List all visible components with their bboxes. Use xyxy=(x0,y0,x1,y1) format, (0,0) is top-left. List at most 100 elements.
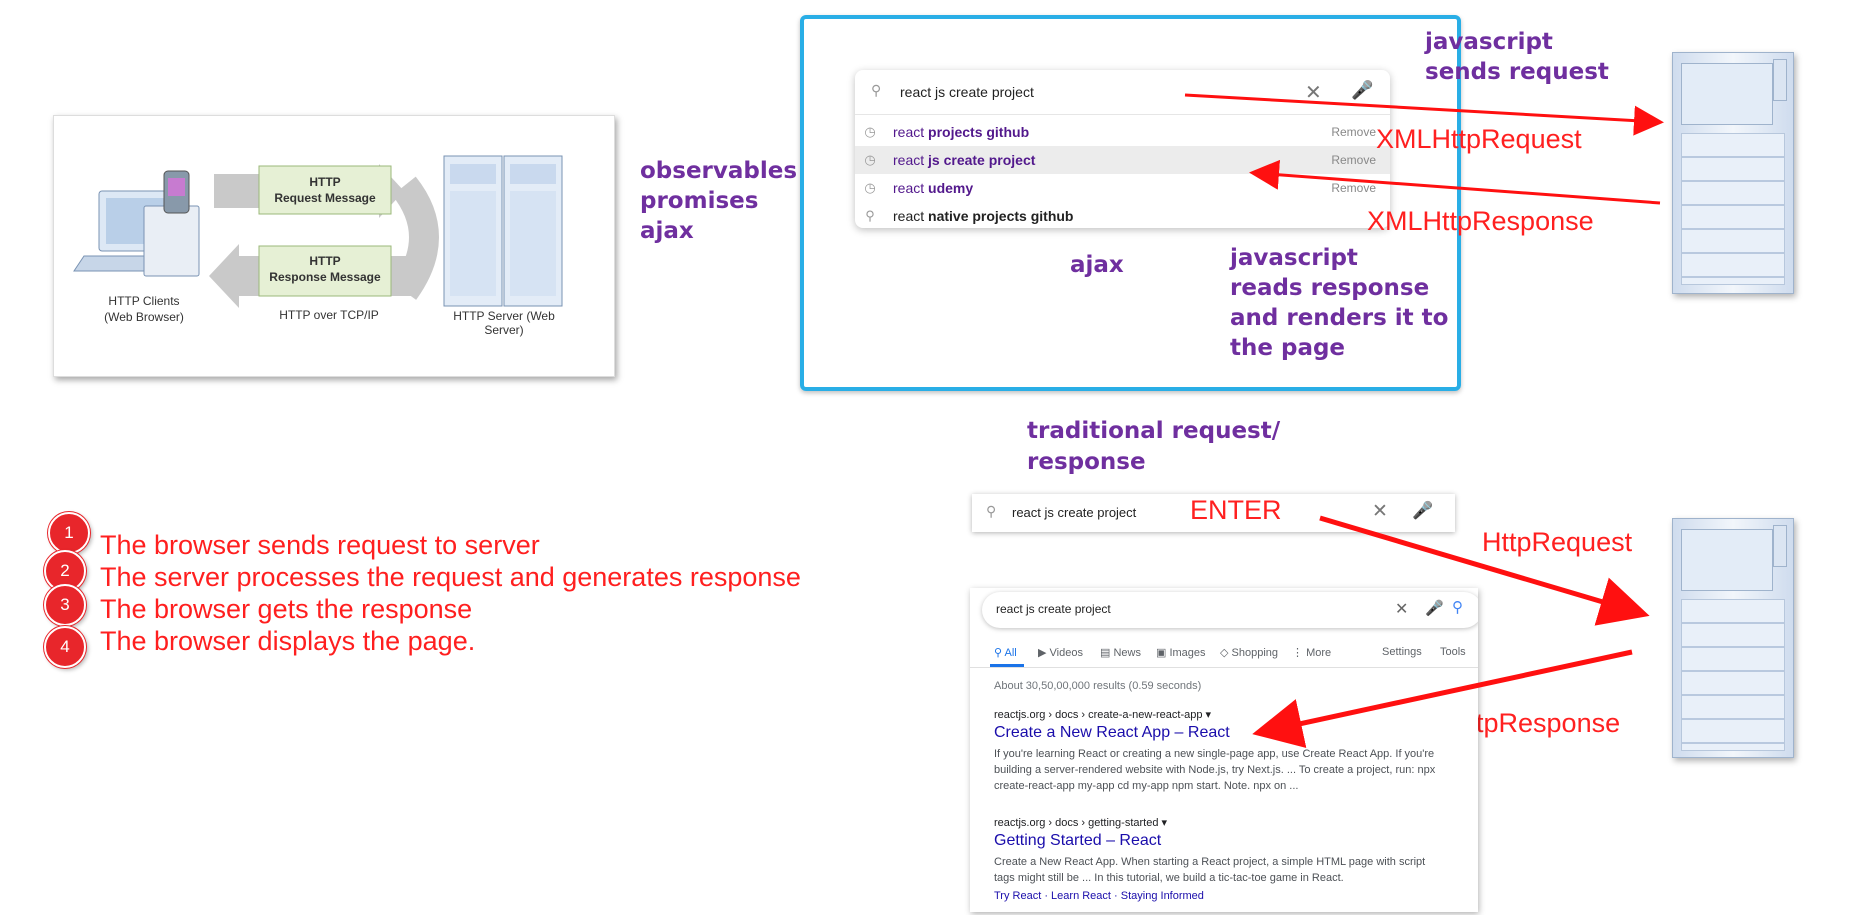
client-computer-icon xyxy=(73,170,200,277)
search-icon: ⚲ xyxy=(994,647,1005,659)
remove-link[interactable]: Remove xyxy=(1331,181,1376,195)
microphone-icon[interactable]: 🎤 xyxy=(1351,80,1373,101)
search-icon[interactable]: ⚲ xyxy=(1452,598,1463,616)
step-number-badge: 3 xyxy=(44,584,86,626)
tab-label: Videos xyxy=(1049,647,1083,659)
tools-link[interactable]: Tools xyxy=(1440,646,1466,658)
suggestion-item[interactable]: ◷ react udemy Remove xyxy=(855,174,1390,202)
reads-response-label: javascript reads response and renders it… xyxy=(1230,245,1449,361)
search-input[interactable]: react js create project xyxy=(996,602,1111,616)
microphone-icon[interactable]: 🎤 xyxy=(1412,501,1433,521)
result-title-link[interactable]: Getting Started – React xyxy=(994,832,1161,850)
result-cite: reactjs.org › docs › create-a-new-react-… xyxy=(994,708,1211,721)
tab-label: More xyxy=(1306,647,1332,659)
suggestion-item[interactable]: ◷ react js create project Remove xyxy=(855,146,1390,174)
tab-shopping[interactable]: ◇ Shopping xyxy=(1220,646,1278,659)
sends-request-label: javascript sends request xyxy=(1425,29,1609,85)
xmlhttprequest-label: XMLHttpRequest xyxy=(1376,124,1582,154)
news-icon: ▤ xyxy=(1100,647,1114,659)
suggestion-prefix: react xyxy=(893,208,925,224)
sitelink[interactable]: Learn React xyxy=(1051,890,1111,902)
concept-ajax: ajax xyxy=(640,218,694,244)
tab-label: Images xyxy=(1169,647,1206,659)
result-snippet: If you're learning React or creating a n… xyxy=(994,748,1436,792)
http-transport-label: HTTP over TCP/IP xyxy=(279,308,379,322)
step-text: The browser gets the response xyxy=(100,594,473,624)
search-icon: ⚲ xyxy=(871,82,882,98)
step-number-badge: 1 xyxy=(48,512,90,554)
http-clients-label: HTTP Clients (Web Browser) xyxy=(104,294,184,324)
video-icon: ▶ xyxy=(1038,647,1050,659)
server-top-icon xyxy=(1672,52,1794,294)
suggestion-prefix: react xyxy=(893,152,925,168)
more-icon: ⋮ xyxy=(1292,647,1307,659)
request-message-label: HTTP Request Message xyxy=(274,175,376,205)
settings-link[interactable]: Settings xyxy=(1382,646,1422,658)
tabs-divider xyxy=(970,667,1478,668)
tab-news[interactable]: ▤ News xyxy=(1100,646,1141,659)
results-stats: About 30,50,00,000 results (0.59 seconds… xyxy=(994,680,1202,692)
concept-promises: promises xyxy=(640,188,759,214)
step-text: The server processes the request and gen… xyxy=(100,562,801,592)
history-icon: ◷ xyxy=(864,124,876,139)
clear-icon[interactable]: ✕ xyxy=(1395,599,1408,619)
suggestion-bold: udemy xyxy=(924,180,974,196)
suggestion-prefix: react xyxy=(893,124,925,140)
search-results-page: react js create project ✕ 🎤 ⚲ ⚲ All ▶ Vi… xyxy=(970,588,1478,912)
tab-label: Shopping xyxy=(1231,647,1279,659)
http-diagram-graphic xyxy=(73,155,563,308)
ajax-label: ajax xyxy=(1070,252,1124,278)
caret-down-icon[interactable]: ▾ xyxy=(1206,709,1212,721)
suggestion-bold: js create project xyxy=(924,152,1036,168)
result-title-link[interactable]: Create a New React App – React xyxy=(994,724,1230,742)
sitelink[interactable]: Staying Informed xyxy=(1121,890,1204,902)
tab-images[interactable]: ▣ Images xyxy=(1156,646,1206,659)
result-snippet: Create a New React App. When starting a … xyxy=(994,856,1426,884)
server-bottom-icon xyxy=(1672,518,1794,758)
server-icon xyxy=(443,155,563,307)
step-text: The browser displays the page. xyxy=(100,626,476,656)
search-box[interactable]: ⚲ react js create project ✕ 🎤 xyxy=(855,70,1390,115)
sitelink[interactable]: Try React xyxy=(994,890,1041,902)
result-cite-text: reactjs.org › docs › create-a-new-react-… xyxy=(994,709,1203,721)
step-text: The browser sends request to server xyxy=(100,530,540,560)
clear-icon[interactable]: ✕ xyxy=(1305,80,1322,105)
xmlhttpresponse-label: XMLHttpResponse xyxy=(1367,206,1594,236)
concept-observables: observables xyxy=(640,158,798,184)
search-input[interactable]: react js create project xyxy=(1012,505,1136,520)
tab-all[interactable]: ⚲ All xyxy=(994,646,1017,659)
microphone-icon[interactable]: 🎤 xyxy=(1425,599,1444,617)
suggestion-bold: native projects github xyxy=(924,208,1074,224)
result-cite-text: reactjs.org › docs › getting-started xyxy=(994,817,1159,829)
suggestion-item[interactable]: ◷ react projects github Remove xyxy=(855,118,1390,146)
search-icon: ⚲ xyxy=(986,503,997,519)
suggestion-prefix: react xyxy=(893,180,925,196)
search-input[interactable]: react js create project xyxy=(900,84,1034,100)
autocomplete-dropdown: ⚲ react js create project ✕ 🎤 ◷ react pr… xyxy=(855,70,1390,228)
tab-label: All xyxy=(1004,647,1017,659)
result-cite: reactjs.org › docs › getting-started ▾ xyxy=(994,816,1167,829)
result-sitelinks: Try React · Learn React · Staying Inform… xyxy=(994,890,1204,902)
tab-more[interactable]: ⋮ More xyxy=(1292,646,1331,659)
response-message-label: HTTP Response Message xyxy=(269,254,381,284)
search-icon: ⚲ xyxy=(865,208,875,223)
suggestion-item[interactable]: ⚲ react native projects github xyxy=(855,202,1390,230)
enter-label: ENTER xyxy=(1190,495,1282,525)
remove-link[interactable]: Remove xyxy=(1331,153,1376,167)
http-server-label: HTTP Server (Web Server) xyxy=(453,309,555,337)
traditional-title: traditional request/ response xyxy=(1027,418,1281,475)
suggestion-bold: projects github xyxy=(924,124,1030,140)
caret-down-icon[interactable]: ▾ xyxy=(1162,817,1168,829)
tab-videos[interactable]: ▶ Videos xyxy=(1038,646,1083,659)
tab-label: News xyxy=(1113,647,1141,659)
image-icon: ▣ xyxy=(1156,647,1170,659)
results-search-bar[interactable]: react js create project ✕ 🎤 ⚲ xyxy=(982,592,1478,628)
history-icon: ◷ xyxy=(864,152,876,167)
history-icon: ◷ xyxy=(864,180,876,195)
httprequest-label: HttpRequest xyxy=(1482,527,1633,557)
tag-icon: ◇ xyxy=(1220,647,1232,659)
step-number-badge: 4 xyxy=(44,626,86,668)
remove-link[interactable]: Remove xyxy=(1331,125,1376,139)
clear-icon[interactable]: ✕ xyxy=(1372,500,1388,523)
http-diagram: HTTP Request Message HTTP Response Messa… xyxy=(53,115,615,377)
